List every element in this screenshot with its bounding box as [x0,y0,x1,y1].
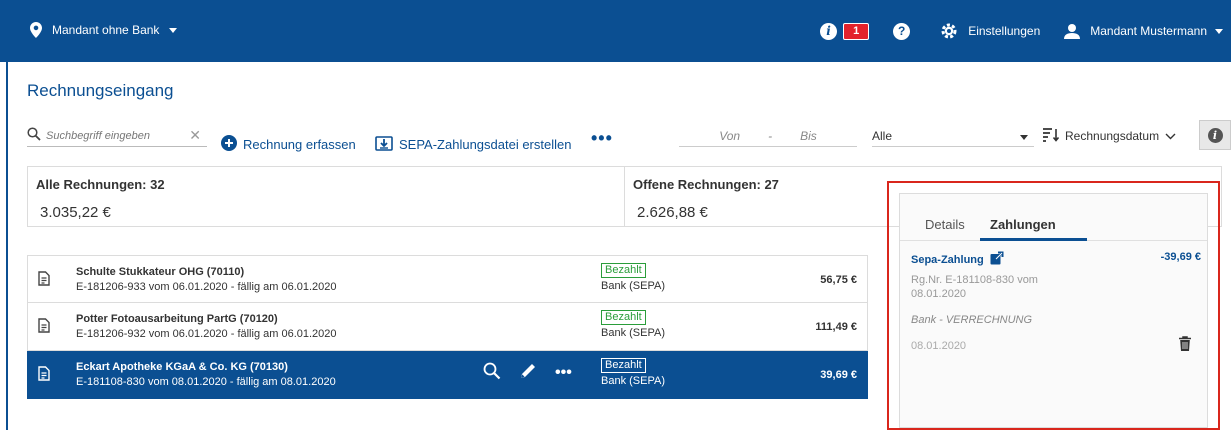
status-badge: Bezahlt [601,358,646,373]
invoice-vendor: Schulte Stukkateur OHG (70110) [76,266,245,278]
summary-all-invoices: Alle Rechnungen: 32 3.035,22 € [28,167,624,226]
document-icon [38,318,50,336]
invoice-row-selected[interactable]: Eckart Apotheke KGaA & Co. KG (70130) E-… [27,351,868,399]
sort-label: Rechnungsdatum [1065,129,1160,143]
page-title: Rechnungseingang [27,81,174,100]
payment-reference: Rg.Nr. E-181108-830 vom 08.01.2020 [911,274,1038,300]
info-icon[interactable]: i [820,22,838,40]
more-options-icon[interactable]: ••• [555,364,572,382]
row-actions: ••• [483,362,572,383]
invoice-detail: E-181206-933 vom 06.01.2020 - fällig am … [76,281,337,293]
download-box-icon [375,135,393,154]
payment-bank: Bank - VERRECHNUNG [911,314,1033,326]
invoice-amount: 111,49 € [815,321,857,333]
range-to-field[interactable]: Bis [800,129,817,143]
external-link-icon[interactable] [990,251,1004,268]
invoice-vendor: Potter Fotoausarbeitung PartG (70120) [76,313,278,325]
client-selector[interactable]: Mandant ohne Bank [30,22,178,38]
gear-icon[interactable] [940,22,958,40]
payment-title-label: Sepa-Zahlung [911,253,984,266]
invoice-amount: 56,75 € [820,274,857,286]
summary-open-label: Offene Rechnungen: 27 [633,177,779,192]
top-navigation-bar: Mandant ohne Bank i 1 ? Einstellungen Ma… [0,0,1231,62]
active-tab-indicator [980,238,1087,241]
clear-search-icon[interactable]: ✕ [189,127,201,144]
payment-amount: -39,69 € [1160,251,1201,263]
invoice-vendor: Eckart Apotheke KGaA & Co. KG (70130) [76,361,288,373]
payment-method: Bank (SEPA) [601,327,665,339]
invoice-list: Schulte Stukkateur OHG (70110) E-181206-… [27,255,868,399]
caret-down-icon[interactable] [1215,28,1223,34]
chevron-down-icon [1165,129,1176,143]
info-toggle-button[interactable]: i [1199,120,1231,150]
payment-date: 08.01.2020 [911,340,967,352]
summary-all-label: Alle Rechnungen: 32 [36,177,165,192]
invoice-amount: 39,69 € [820,369,857,381]
caret-down-icon [169,27,178,33]
range-from-field[interactable]: Von [719,129,740,143]
status-filter-select[interactable]: Alle [872,125,1034,147]
status-filter-value: Alle [872,128,893,143]
plus-circle-icon [221,135,237,154]
range-separator: - [768,128,773,143]
sort-selector[interactable]: Rechnungsdatum [1043,125,1176,147]
location-pin-icon [30,22,42,38]
user-icon [1064,23,1081,39]
left-frame-border [0,62,8,430]
status-badge: Bezahlt [601,310,646,325]
panel-content: Details Zahlungen Sepa-Zahlung -39,69 € … [899,193,1208,428]
user-menu[interactable]: Mandant Mustermann [1090,24,1207,38]
summary-all-value: 3.035,22 € [40,204,111,221]
caret-down-icon [1020,129,1028,143]
invoice-row[interactable]: Schulte Stukkateur OHG (70110) E-181206-… [27,255,868,303]
pencil-icon[interactable] [519,362,537,383]
notification-badge[interactable]: 1 [843,22,870,40]
more-actions-icon[interactable]: ••• [591,128,613,149]
settings-link[interactable]: Einstellungen [968,24,1040,38]
search-input[interactable]: Suchbegriff eingeben ✕ [27,125,207,147]
payment-method: Bank (SEPA) [601,280,665,292]
document-icon [38,366,50,384]
payment-detail-panel: Details Zahlungen Sepa-Zahlung -39,69 € … [887,181,1220,430]
status-badge: Bezahlt [601,263,646,278]
client-label: Mandant ohne Bank [52,23,160,37]
sepa-file-button[interactable]: SEPA-Zahlungsdatei erstellen [375,135,571,154]
invoice-detail: E-181108-830 vom 08.01.2020 - fällig am … [76,376,336,388]
trash-icon[interactable] [1179,336,1191,354]
date-range-input[interactable]: Von - Bis [679,125,857,147]
payment-title[interactable]: Sepa-Zahlung [911,251,1004,268]
add-invoice-label: Rechnung erfassen [243,137,356,152]
payment-method: Bank (SEPA) [601,375,665,387]
sepa-file-label: SEPA-Zahlungsdatei erstellen [399,137,572,152]
search-placeholder: Suchbegriff eingeben [46,129,150,142]
search-icon[interactable] [483,362,501,383]
invoice-row[interactable]: Potter Fotoausarbeitung PartG (70120) E-… [27,303,868,351]
help-icon[interactable]: ? [893,22,911,40]
invoice-detail: E-181206-932 vom 06.01.2020 - fällig am … [76,328,337,340]
document-icon [38,271,50,289]
search-icon [27,127,41,144]
tab-payments[interactable]: Zahlungen [990,217,1056,232]
info-icon: i [1207,127,1223,143]
summary-open-value: 2.626,88 € [637,204,708,221]
tab-details[interactable]: Details [925,217,965,232]
sort-descending-icon [1043,127,1060,145]
add-invoice-button[interactable]: Rechnung erfassen [221,135,356,154]
